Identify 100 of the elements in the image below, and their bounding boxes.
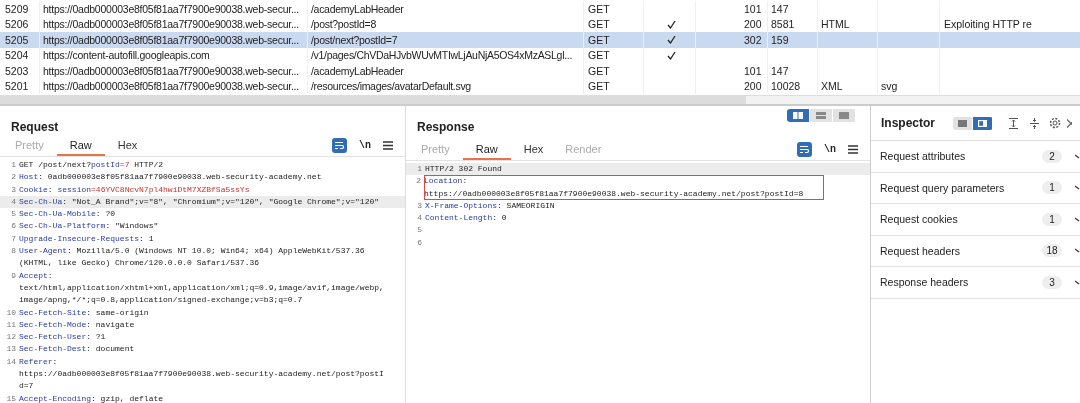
- square-icon[interactable]: [958, 119, 967, 127]
- table-cell: https://0adb000003e8f05f81aa7f7900e90038.web-secur...: [43, 64, 299, 77]
- table-cell: https://0adb000003e8f05f81aa7f7900e90038.web-secur...: [43, 80, 299, 93]
- table-cell: 5209: [5, 2, 29, 15]
- code-line: GET /post/next?postId=7 HTTP/2: [19, 159, 164, 171]
- view-tab[interactable]: Raw: [56, 139, 105, 156]
- layout-button[interactable]: [973, 116, 992, 130]
- table-cell: 5206: [5, 18, 29, 31]
- table-cell: 159: [771, 33, 789, 46]
- code-line: Sec-Fetch-User: ?1: [19, 331, 106, 344]
- code-line: Sec-Ch-Ua: "Not_A Brand";v="8", "Chromium";v="120", "Google Chrome";v="120": [19, 195, 380, 208]
- menu-icon[interactable]: [848, 145, 858, 154]
- settings-icon[interactable]: [1049, 117, 1061, 129]
- code-line: (KHTML, like Gecko) Chrome/120.0.0.0 Safari/537.36: [19, 257, 261, 270]
- line-number: 8: [10, 245, 17, 258]
- scrollbar[interactable]: [0, 96, 1080, 105]
- code-line: text/html,application/xhtml+xml,application/xml;q=0.9,image/avif,image/webp,: [19, 281, 384, 294]
- table-row[interactable]: 5201 https://0adb000003e8f05f81aa7f7900e90038.web-secur... /resources/images/avatarDefault.svg GET 200 10028 XML svg: [0, 78, 1080, 94]
- table-cell: GET: [588, 18, 610, 31]
- table-cell: 10028: [771, 80, 801, 93]
- table-row[interactable]: 5203 https://0adb000003e8f05f81aa7f7900e90038.web-secur... /academyLabHeader GET 101 147: [0, 63, 1080, 79]
- view-tab[interactable]: Raw: [462, 143, 511, 160]
- newline-toggle[interactable]: \n: [359, 140, 371, 151]
- panel-title: Request: [11, 120, 59, 134]
- table-cell: https://content-autofill.googleapis.com: [43, 49, 210, 62]
- table-cell: /resources/images/avatarDefault.svg: [311, 80, 471, 93]
- count-badge: 3: [1042, 275, 1062, 289]
- code-line: Location:: [424, 175, 469, 188]
- code-line: image/apng,*/*;q=0.8,application/signed-exchange;v=b3;q=0.7: [19, 294, 304, 307]
- code-line: Sec-Ch-Ua-Platform: "Windows": [19, 220, 159, 233]
- line-number: 14: [5, 355, 17, 368]
- table-cell: GET: [588, 2, 610, 15]
- view-tab[interactable]: Hex: [108, 139, 147, 156]
- layout-button[interactable]: [787, 109, 809, 122]
- line-number: 5: [10, 208, 17, 221]
- panel-title: Response: [417, 120, 475, 134]
- newline-toggle[interactable]: \n: [824, 144, 836, 155]
- code-line: Referer:: [19, 355, 59, 368]
- collapse-icon[interactable]: [1030, 117, 1039, 129]
- layout-button[interactable]: [833, 109, 855, 122]
- line-number: 4: [10, 195, 17, 208]
- code-line: https://0adb000003e8f05f81aa7f7900e90038.web-security-academy.net/post?postId=8: [424, 187, 804, 200]
- line-number: 6: [416, 236, 423, 249]
- line-number: 1: [416, 163, 423, 175]
- code-line: User-Agent: Mozilla/5.0 (Windows NT 10.0; Win64; x64) AppleWebKit/537.36: [19, 245, 365, 258]
- table-cell: /academyLabHeader: [311, 2, 404, 15]
- table-row[interactable]: 5204 https://content-autofill.googleapis.com /v1/pages/ChVDaHJvbWUvMTIwLjAuNjA5OS4xMzASLgl... GET: [0, 47, 1080, 63]
- line-number: 1: [10, 159, 17, 171]
- code-line: Accept:: [19, 269, 54, 282]
- line-number: 10: [5, 306, 17, 319]
- line-number: 2: [10, 171, 17, 184]
- table-cell: 5203: [5, 64, 29, 77]
- table-cell: 200: [744, 18, 762, 31]
- view-tab[interactable]: Hex: [514, 143, 553, 160]
- line-number: 2: [415, 175, 422, 188]
- code-line: Sec-Fetch-Site: same-origin: [19, 306, 149, 319]
- table-cell: https://0adb000003e8f05f81aa7f7900e90038.web-secur...: [43, 33, 299, 46]
- section-label[interactable]: Request attributes: [880, 150, 966, 163]
- table-cell: 5201: [5, 80, 29, 93]
- section-label[interactable]: Response headers: [880, 276, 969, 289]
- section-label[interactable]: Request cookies: [880, 213, 958, 226]
- code-line: Accept-Encoding: gzip, deflate: [19, 392, 164, 403]
- line-number: 9: [10, 269, 17, 282]
- code-line: https://0adb000003e8f05f81aa7f7900e90038.web-security-academy.net/post?postI: [19, 368, 384, 381]
- table-cell: 147: [771, 64, 789, 77]
- line-number: 7: [10, 232, 17, 245]
- rows-icon[interactable]: [816, 112, 826, 119]
- menu-icon[interactable]: [383, 141, 393, 150]
- line-number: 3: [416, 199, 423, 212]
- expand-icon[interactable]: [1009, 117, 1018, 129]
- table-row[interactable]: 5209 https://0adb000003e8f05f81aa7f7900e90038.web-secur... /academyLabHeader GET 101 147: [0, 1, 1080, 17]
- code-line: Upgrade-Insecure-Requests: 1: [19, 232, 154, 245]
- code-line: Sec-Fetch-Dest: document: [19, 343, 135, 356]
- table-cell: 302: [744, 33, 762, 46]
- table-cell: 8581: [771, 18, 795, 31]
- table-row[interactable]: 5205 https://0adb000003e8f05f81aa7f7900e90038.web-secur... /post/next?postId=7 GET 302 159: [0, 32, 1080, 48]
- code-line: X-Frame-Options: SAMEORIGIN: [425, 199, 555, 212]
- line-number: 4: [416, 212, 423, 225]
- table-cell: /post/next?postId=7: [311, 33, 398, 46]
- table-cell: svg: [881, 80, 898, 93]
- table-cell: GET: [588, 64, 610, 77]
- layout-button[interactable]: [810, 109, 832, 122]
- code-line: Host: 0adb000003e8f05f81aa7f7900e90038.web-security-academy.net: [19, 171, 322, 184]
- line-number: 15: [5, 392, 17, 403]
- code-line: Sec-Ch-Ua-Mobile: ?0: [19, 208, 115, 221]
- table-cell: 101: [744, 2, 762, 15]
- line-number: 5: [416, 224, 423, 237]
- panel-icon[interactable]: [978, 119, 987, 127]
- layout-button[interactable]: [953, 116, 972, 130]
- code-line: Cookie: session=46YVC8NcvN7pl4hwiDtM7XZBfSa5ssYs: [19, 183, 250, 196]
- table-cell: GET: [588, 49, 610, 62]
- code-line: Content-Length: 0: [425, 212, 507, 225]
- table-cell: GET: [588, 80, 610, 93]
- table-cell: 101: [744, 64, 762, 77]
- line-number: 6: [10, 220, 17, 233]
- count-badge: 18: [1042, 244, 1062, 258]
- table-cell: https://0adb000003e8f05f81aa7f7900e90038.web-secur...: [43, 18, 299, 31]
- table-cell: GET: [588, 33, 610, 46]
- section-label[interactable]: Request headers: [880, 244, 960, 257]
- section-label[interactable]: Request query parameters: [880, 181, 1005, 194]
